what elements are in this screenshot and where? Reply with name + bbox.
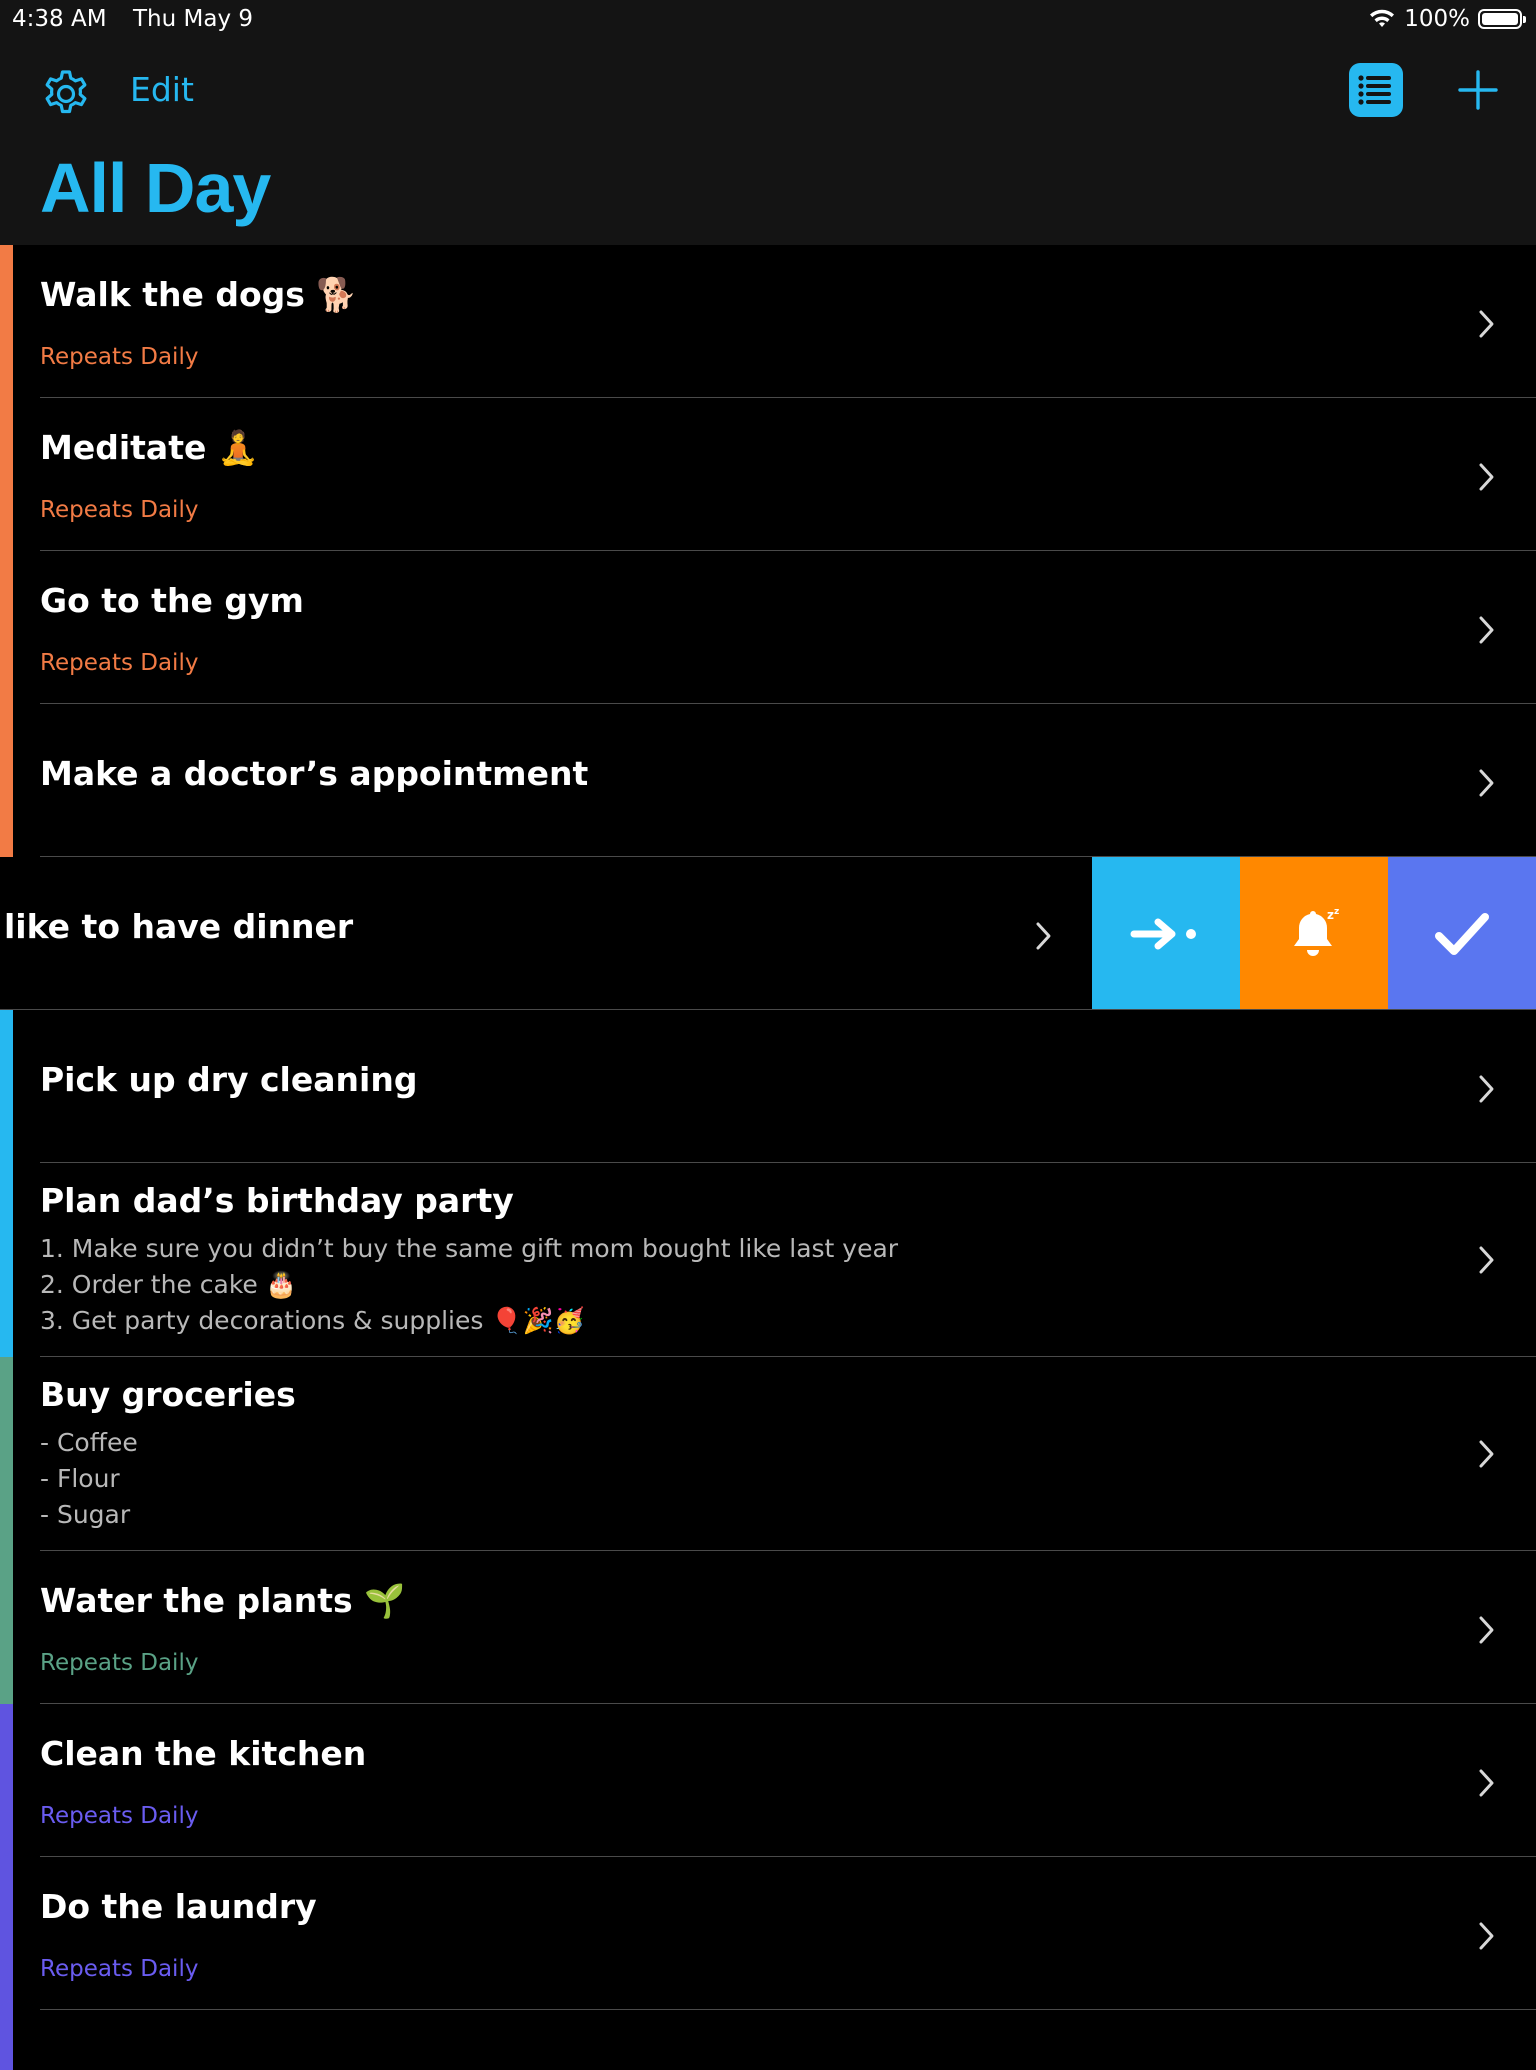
list-color-bar [0,1704,13,1857]
move-to-button[interactable] [1092,857,1240,1010]
task-title: Water the plants 🌱 [40,1581,406,1620]
list-view-button[interactable] [1349,63,1403,117]
task-row[interactable]: Go to the gym Repeats Daily [0,551,1536,704]
task-title: Buy groceries [40,1375,296,1414]
move-to-icon [1130,918,1196,949]
task-repeat-label: Repeats Daily [40,344,199,370]
swipe-actions: z z [1092,857,1536,1010]
checkmark-icon [1435,912,1489,955]
chevron-right-icon [1479,1440,1494,1468]
task-title: Walk the dogs 🐕 [40,275,358,314]
svg-text:z: z [1327,908,1334,922]
battery-fill [1482,13,1518,25]
list-color-bar [0,245,13,398]
task-row[interactable]: Water the plants 🌱 Repeats Daily [0,1551,1536,1704]
note-line: 3. Get party decorations & supplies 🎈🎉🥳 [40,1306,585,1335]
list-color-bar [0,1357,13,1551]
chevron-right-icon [1479,1616,1494,1644]
task-title: Do the laundry [40,1887,317,1926]
chevron-right-icon [1479,616,1494,644]
task-repeat-label: Repeats Daily [40,1956,199,1982]
list-color-bar [0,1163,13,1357]
chevron-right-icon [1479,1922,1494,1950]
task-repeat-label: Repeats Daily [40,1650,199,1676]
chevron-right-icon [1479,310,1494,338]
task-title: Plan dad’s birthday party [40,1181,514,1220]
task-row[interactable]: Buy groceries - Coffee - Flour - Sugar [0,1357,1536,1551]
list-color-bar [0,1551,13,1704]
task-notes: 1. Make sure you didn’t buy the same gif… [40,1231,898,1339]
list-color-bar [0,2010,13,2070]
task-repeat-label: Repeats Daily [40,650,199,676]
task-title: Make a doctor’s appointment [40,754,589,793]
task-repeat-label: Repeats Daily [40,1803,199,1829]
task-title: Clean the kitchen [40,1734,367,1773]
page-title: All Day [40,149,271,227]
add-task-button[interactable] [1456,68,1500,112]
snooze-bell-icon: z z [1294,907,1339,956]
task-row[interactable]: Plan dad’s birthday party 1. Make sure y… [0,1163,1536,1357]
task-title: Pick up dry cleaning [40,1060,418,1099]
task-repeat-label: Repeats Daily [40,497,199,523]
list-color-bar [0,704,13,857]
chevron-right-icon [1479,1769,1494,1797]
task-row[interactable]: Do the laundry Repeats Daily [0,1857,1536,2010]
note-line: - Flour [40,1464,120,1493]
note-line: 2. Order the cake 🎂 [40,1270,297,1299]
complete-button[interactable] [1388,857,1536,1010]
chevron-right-icon [1036,922,1051,950]
chevron-right-icon [1479,463,1494,491]
list-color-bar [0,551,13,704]
battery-icon [1478,9,1526,29]
task-list: Walk the dogs 🐕 Repeats Daily Meditate 🧘… [0,245,1536,2070]
wifi-icon [1370,9,1395,27]
snooze-button[interactable]: z z [1240,857,1388,1010]
task-row[interactable]: Meditate 🧘 Repeats Daily [0,398,1536,551]
task-row-swiped[interactable]: like to have dinner z z [0,857,1536,1010]
list-icon [1358,75,1391,105]
note-line: 1. Make sure you didn’t buy the same gif… [40,1234,899,1263]
task-title: like to have dinner [4,907,354,946]
task-row[interactable]: Clean the kitchen Repeats Daily [0,1704,1536,1857]
status-bar: 4:38 AM Thu May 9 100% [0,0,1536,40]
task-row-partial[interactable] [0,2010,1536,2070]
battery-percent: 100% [1404,6,1470,32]
task-row[interactable]: Make a doctor’s appointment [0,704,1536,857]
chevron-right-icon [1479,1246,1494,1274]
task-title: Meditate 🧘 [40,428,259,467]
status-time: 4:38 AM [12,6,107,32]
task-row[interactable]: Walk the dogs 🐕 Repeats Daily [0,245,1536,398]
status-right: 100% [1368,6,1526,32]
task-notes: - Coffee - Flour - Sugar [40,1425,138,1533]
task-row[interactable]: Pick up dry cleaning [0,1010,1536,1163]
list-color-bar [0,1010,13,1163]
note-line: - Sugar [40,1500,131,1529]
svg-text:z: z [1334,907,1339,917]
gear-icon[interactable] [38,64,94,120]
nav-bar: Edit All Day [0,40,1536,245]
chevron-right-icon [1479,1075,1494,1103]
edit-button[interactable]: Edit [130,70,194,109]
note-line: - Coffee [40,1428,138,1457]
list-color-bar [0,1857,13,2010]
chevron-right-icon [1479,769,1494,797]
list-color-bar [0,398,13,551]
status-date: Thu May 9 [133,6,254,32]
task-title: Go to the gym [40,581,304,620]
